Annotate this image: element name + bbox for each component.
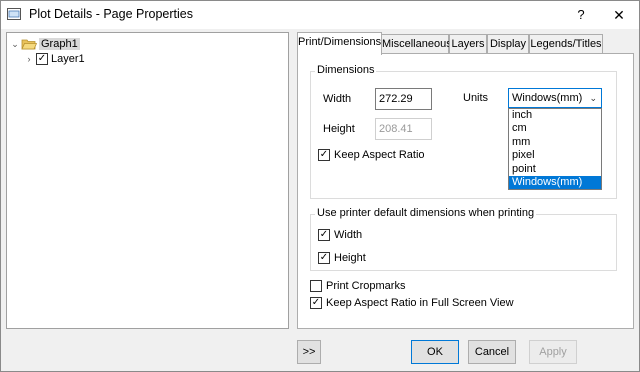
chevron-down-icon[interactable]: ⌄ [10,39,20,50]
tab-display[interactable]: Display [487,34,529,54]
expand-button[interactable]: >> [297,340,321,364]
help-button[interactable]: ? [569,3,593,27]
keep-aspect-ratio-row[interactable]: ✓ Keep Aspect Ratio [318,149,425,161]
window-title: Plot Details - Page Properties [29,7,193,21]
group-title: Use printer default dimensions when prin… [315,207,537,219]
close-button[interactable]: ✕ [604,3,634,27]
tree-item-label: Graph1 [39,38,80,50]
printer-width-row[interactable]: ✓ Width [318,229,362,241]
units-dropdown-list[interactable]: inch cm mm pixel point Windows(mm) [508,108,602,191]
app-icon [7,8,21,20]
units-option-inch[interactable]: inch [509,109,601,122]
tree-item-layer1[interactable]: › ✓ Layer1 [24,51,85,67]
keep-aspect-fullscreen-checkbox[interactable]: ✓ [310,297,322,309]
cancel-button[interactable]: Cancel [468,340,516,364]
print-cropmarks-row[interactable]: Print Cropmarks [310,280,405,292]
keep-aspect-fullscreen-label: Keep Aspect Ratio in Full Screen View [326,297,514,309]
tree-item-label: Layer1 [51,53,85,65]
tab-miscellaneous[interactable]: Miscellaneous [381,34,452,54]
chevron-down-icon: ⌄ [589,93,597,103]
height-label: Height [323,123,355,135]
units-option-cm[interactable]: cm [509,122,601,135]
width-label: Width [323,93,352,105]
print-cropmarks-checkbox[interactable] [310,280,322,292]
width-input[interactable]: 272.29 [375,88,432,110]
apply-button: Apply [529,340,577,364]
printer-height-row[interactable]: ✓ Height [318,252,366,264]
tree-item-graph1[interactable]: ⌄ Graph1 [10,36,80,52]
keep-aspect-ratio-checkbox[interactable]: ✓ [318,149,330,161]
group-title: Dimensions [315,64,377,76]
units-option-mm[interactable]: mm [509,136,601,149]
tab-legends-titles[interactable]: Legends/Titles [529,34,603,54]
chevron-right-icon[interactable]: › [24,54,34,64]
folder-open-icon [21,39,37,50]
print-cropmarks-label: Print Cropmarks [326,280,406,292]
printer-width-label: Width [334,229,363,241]
units-option-windows-mm[interactable]: Windows(mm) [509,175,601,190]
layer1-checkbox[interactable]: ✓ [36,53,48,65]
keep-aspect-fullscreen-row[interactable]: ✓ Keep Aspect Ratio in Full Screen View [310,297,514,309]
printer-width-checkbox[interactable]: ✓ [318,229,330,241]
units-option-pixel[interactable]: pixel [509,149,601,162]
object-tree[interactable]: ⌄ Graph1 › ✓ Layer1 [6,32,289,329]
printer-height-label: Height [334,252,366,264]
ok-button[interactable]: OK [411,340,459,364]
tab-layers[interactable]: Layers [449,34,487,54]
keep-aspect-ratio-label: Keep Aspect Ratio [334,149,425,161]
tab-print-dimensions[interactable]: Print/Dimensions [297,32,382,55]
height-input: 208.41 [375,118,432,140]
printer-height-checkbox[interactable]: ✓ [318,252,330,264]
units-selected-value: Windows(mm) [512,92,583,104]
units-label: Units [463,92,489,104]
plot-details-dialog: Plot Details - Page Properties ? ✕ ⌄ Gra… [0,0,640,372]
units-option-point[interactable]: point [509,163,601,176]
units-select[interactable]: Windows(mm) ⌄ [508,88,602,108]
title-bar: Plot Details - Page Properties ? ✕ [1,1,639,29]
